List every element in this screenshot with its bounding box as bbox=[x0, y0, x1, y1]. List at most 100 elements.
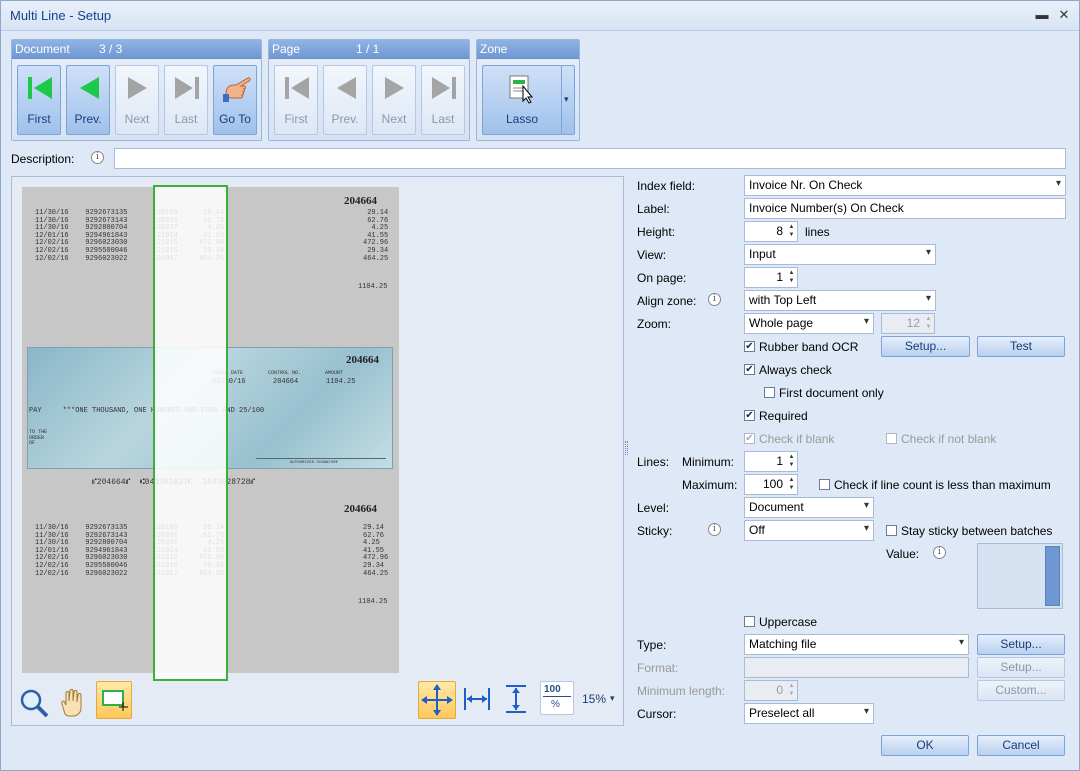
page-first-button[interactable]: First bbox=[274, 65, 318, 135]
prev-arrow-icon bbox=[337, 77, 356, 99]
height-stepper[interactable]: 8 ▲ ▼ bbox=[744, 221, 798, 242]
total-bottom: 1104.25 bbox=[358, 598, 388, 606]
signature-line bbox=[256, 458, 386, 459]
document-goto-button[interactable]: Go To bbox=[213, 65, 257, 135]
fit-width-button[interactable] bbox=[460, 683, 494, 717]
minimum-length-value: 0 bbox=[776, 683, 783, 697]
document-group-title: Document bbox=[15, 42, 70, 56]
view-label: View: bbox=[637, 248, 667, 262]
rubber-band-checkbox[interactable]: ✔ bbox=[744, 341, 755, 352]
required-checkbox[interactable]: ✔ bbox=[744, 410, 755, 421]
zoom-100-button[interactable]: 100 % bbox=[540, 681, 574, 715]
lines-minimum-stepper[interactable]: 1 ▲ ▼ bbox=[744, 451, 798, 472]
spin-arrows-icon[interactable]: ▲ ▼ bbox=[787, 223, 796, 240]
page-prev-button[interactable]: Prev. bbox=[323, 65, 367, 135]
title-bar: Multi Line - Setup ▬ ✕ bbox=[1, 1, 1079, 31]
lasso-dropdown-button[interactable]: ▾ bbox=[561, 65, 575, 135]
lasso-button[interactable]: Lasso bbox=[482, 65, 562, 135]
page-next-button[interactable]: Next bbox=[372, 65, 416, 135]
description-input[interactable] bbox=[114, 148, 1066, 169]
value-scrollbar[interactable] bbox=[1045, 546, 1060, 606]
zoom-spin-value: 12 bbox=[906, 316, 920, 330]
info-icon: i bbox=[708, 293, 721, 306]
document-first-button[interactable]: First bbox=[17, 65, 61, 135]
spin-arrows-icon[interactable]: ▲ ▼ bbox=[924, 315, 933, 332]
chevron-down-icon[interactable]: ▾ bbox=[610, 693, 615, 704]
zone-group-title: Zone bbox=[480, 42, 508, 56]
level-select[interactable]: Document bbox=[744, 497, 874, 518]
value-textarea[interactable] bbox=[977, 543, 1063, 609]
value-label: Value: bbox=[886, 547, 920, 561]
first-arrow-icon bbox=[28, 77, 52, 99]
info-icon: i bbox=[708, 523, 721, 536]
pay-line: PAY ***ONE THOUSAND, ONE HUNDRED AND FOU… bbox=[29, 407, 265, 415]
fit-width-icon bbox=[464, 688, 490, 710]
zoom-stepper[interactable]: 12 ▲ ▼ bbox=[881, 313, 935, 334]
type-select[interactable]: Matching file bbox=[744, 634, 969, 655]
panel-splitter[interactable] bbox=[625, 441, 628, 455]
page-group-title: Page bbox=[272, 42, 301, 56]
sticky-select[interactable]: Off bbox=[744, 520, 874, 541]
spin-arrows-icon[interactable]: ▲ ▼ bbox=[787, 682, 796, 699]
line-count-less-checkbox[interactable] bbox=[819, 479, 830, 490]
uppercase-checkbox[interactable] bbox=[744, 616, 755, 627]
check-if-blank-checkbox[interactable]: ✔ bbox=[744, 433, 755, 444]
document-viewer[interactable]: 204664 11/30/16 9292673135 120109 29.14 … bbox=[11, 176, 624, 726]
cancel-button[interactable]: Cancel bbox=[977, 735, 1065, 756]
viewer-toolbar: 100 % 15% ▾ bbox=[12, 681, 623, 725]
label-input[interactable]: Invoice Number(s) On Check bbox=[744, 198, 1066, 219]
document-last-button[interactable]: Last bbox=[164, 65, 208, 135]
zoom-100-label: 100 bbox=[544, 684, 561, 695]
document-next-button[interactable]: Next bbox=[115, 65, 159, 135]
on-page-stepper[interactable]: 1 ▲ ▼ bbox=[744, 267, 798, 288]
pointing-hand-icon bbox=[223, 77, 251, 102]
fit-height-icon bbox=[506, 685, 526, 713]
chevron-down-icon: ▾ bbox=[564, 94, 569, 104]
zoom-level[interactable]: 15% bbox=[582, 692, 606, 706]
selection-zone[interactable] bbox=[153, 185, 228, 681]
to-the-order: TO THE ORDER OF bbox=[29, 429, 48, 446]
check-number-bottom: 204664 bbox=[344, 503, 377, 515]
height-label: Height: bbox=[637, 225, 676, 239]
spin-arrows-icon[interactable]: ▲ ▼ bbox=[787, 453, 796, 470]
index-field-select[interactable]: Invoice Nr. On Check bbox=[744, 175, 1066, 196]
spin-arrows-icon[interactable]: ▲ ▼ bbox=[787, 269, 796, 286]
check-if-not-blank-checkbox[interactable] bbox=[886, 433, 897, 444]
close-icon[interactable]: ✕ bbox=[1053, 5, 1075, 25]
stay-sticky-checkbox[interactable] bbox=[886, 525, 897, 536]
minimize-icon[interactable]: ▬ bbox=[1031, 5, 1053, 25]
height-value: 8 bbox=[776, 224, 783, 238]
lines-maximum-value: 100 bbox=[762, 477, 783, 491]
cursor-select[interactable]: Preselect all bbox=[744, 703, 874, 724]
lines-maximum-stepper[interactable]: 100 ▲ ▼ bbox=[744, 474, 798, 495]
cursor-label: Cursor: bbox=[637, 707, 677, 721]
fit-page-button[interactable] bbox=[418, 681, 456, 719]
pan-hand-button[interactable] bbox=[55, 685, 89, 719]
format-setup-button[interactable]: Setup... bbox=[977, 657, 1065, 678]
always-check-checkbox[interactable]: ✔ bbox=[744, 364, 755, 375]
view-select[interactable]: Input bbox=[744, 244, 936, 265]
document-prev-button[interactable]: Prev. bbox=[66, 65, 110, 135]
type-setup-button[interactable]: Setup... bbox=[977, 634, 1065, 655]
draw-zone-button[interactable] bbox=[96, 681, 132, 719]
rubber-band-label: Rubber band OCR bbox=[759, 340, 859, 354]
first-arrow-icon bbox=[285, 77, 309, 99]
check-control: 204664 bbox=[273, 378, 299, 386]
stay-sticky-label: Stay sticky between batches bbox=[901, 524, 1053, 538]
minimum-length-stepper[interactable]: 0 ▲ ▼ bbox=[744, 680, 798, 701]
zoom-magnifier-button[interactable] bbox=[16, 685, 50, 719]
align-zone-select[interactable]: with Top Left bbox=[744, 290, 936, 311]
rubber-band-setup-button[interactable]: Setup... bbox=[881, 336, 970, 357]
format-input[interactable] bbox=[744, 657, 969, 678]
dialog-window: Multi Line - Setup ▬ ✕ Document 3 / 3 Fi… bbox=[0, 0, 1080, 771]
page-last-button[interactable]: Last bbox=[421, 65, 465, 135]
zoom-select[interactable]: Whole page bbox=[744, 313, 874, 334]
custom-button[interactable]: Custom... bbox=[977, 680, 1065, 701]
window-title: Multi Line - Setup bbox=[10, 8, 112, 23]
test-button[interactable]: Test bbox=[977, 336, 1065, 357]
fit-height-button[interactable] bbox=[499, 681, 533, 715]
control-label: CONTROL NO. bbox=[268, 370, 302, 376]
ok-button[interactable]: OK bbox=[881, 735, 969, 756]
spin-arrows-icon[interactable]: ▲ ▼ bbox=[787, 476, 796, 493]
first-document-only-checkbox[interactable] bbox=[764, 387, 775, 398]
